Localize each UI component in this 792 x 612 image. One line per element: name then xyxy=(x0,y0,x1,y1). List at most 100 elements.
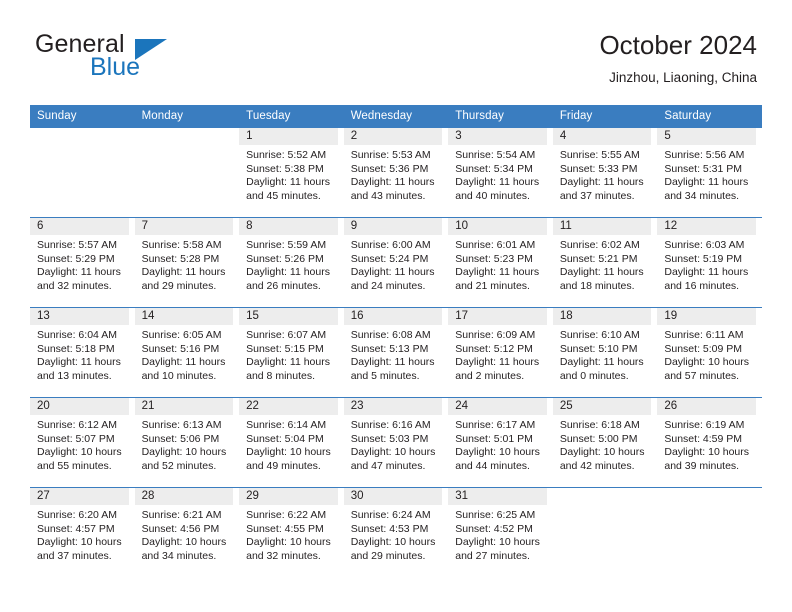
day-details: Sunrise: 5:56 AM Sunset: 5:31 PM Daylight:… xyxy=(657,145,762,203)
calendar-day-cell[interactable]: 10 Sunrise: 6:01 AM Sunset: 5:23 PM Dayligh… xyxy=(448,217,553,308)
day-number: 3 xyxy=(448,128,547,145)
day-detail-sunrise: Sunrise: 6:16 AM xyxy=(350,419,431,431)
day-details: Sunrise: 6:17 AM Sunset: 5:01 PM Daylight:… xyxy=(448,415,553,473)
day-detail-sunset: Sunset: 5:13 PM xyxy=(350,342,429,355)
calendar-day-cell[interactable]: 27 Sunrise: 6:20 AM Sunset: 4:57 PM Dayligh… xyxy=(30,487,135,577)
calendar-day-cell[interactable]: 7 Sunrise: 5:58 AM Sunset: 5:28 PM Daylight… xyxy=(134,217,240,308)
day-detail-daylight1: Daylight: 10 hours xyxy=(350,536,436,549)
calendar-week-row: 1 Sunrise: 5:52 AM Sunset: 5:38 PM Daylight… xyxy=(30,128,762,218)
calendar-day-cell[interactable]: 14 Sunrise: 6:05 AM Sunset: 5:16 PM Dayligh… xyxy=(134,307,240,398)
day-detail-sunrise: Sunrise: 6:01 AM xyxy=(455,239,536,251)
calendar-week-row: 27 Sunrise: 6:20 AM Sunset: 4:57 PM Dayligh… xyxy=(30,487,762,577)
page-header: General Blue October 2024 Jinzhou, Liaon… xyxy=(35,28,757,98)
day-details: Sunrise: 6:08 AM Sunset: 5:13 PM Daylight:… xyxy=(344,325,449,383)
calendar-day-cell[interactable]: 8 Sunrise: 5:59 AM Sunset: 5:26 PM Daylight… xyxy=(239,217,344,308)
calendar-day-cell[interactable]: 12 Sunrise: 6:03 AM Sunset: 5:19 PM Dayligh… xyxy=(657,217,762,308)
day-number: 27 xyxy=(30,488,129,505)
day-cell-inner: 4 Sunrise: 5:55 AM Sunset: 5:33 PM Daylight… xyxy=(552,128,658,217)
day-detail-sunrise: Sunrise: 6:07 AM xyxy=(246,329,327,341)
day-detail-sunrise: Sunrise: 6:17 AM xyxy=(455,419,536,431)
day-cell-inner: 1 Sunrise: 5:52 AM Sunset: 5:38 PM Daylight… xyxy=(239,128,344,217)
day-details: Sunrise: 5:58 AM Sunset: 5:28 PM Daylight:… xyxy=(135,235,240,293)
general-blue-logo[interactable]: General Blue xyxy=(35,30,235,86)
day-details: Sunrise: 5:54 AM Sunset: 5:34 PM Daylight:… xyxy=(448,145,553,203)
calendar-day-cell[interactable]: 24 Sunrise: 6:17 AM Sunset: 5:01 PM Dayligh… xyxy=(448,397,553,488)
day-detail-sunrise: Sunrise: 6:24 AM xyxy=(350,509,431,521)
calendar-day-cell[interactable]: 15 Sunrise: 6:07 AM Sunset: 5:15 PM Dayligh… xyxy=(239,307,344,398)
day-detail-daylight1: Daylight: 11 hours xyxy=(246,356,330,369)
day-detail-daylight2: and 29 minutes. xyxy=(350,549,426,562)
day-details: Sunrise: 6:22 AM Sunset: 4:55 PM Daylight:… xyxy=(239,505,344,563)
weekday-header-wednesday: Wednesday xyxy=(343,105,449,128)
day-detail-daylight1: Daylight: 10 hours xyxy=(350,446,436,459)
day-detail-sunrise: Sunrise: 5:59 AM xyxy=(246,239,327,251)
day-details: Sunrise: 6:10 AM Sunset: 5:10 PM Daylight:… xyxy=(553,325,658,383)
calendar-day-cell[interactable]: 26 Sunrise: 6:19 AM Sunset: 4:59 PM Dayligh… xyxy=(657,397,762,488)
day-details: Sunrise: 6:13 AM Sunset: 5:06 PM Daylight:… xyxy=(135,415,240,473)
day-number: 4 xyxy=(552,128,652,145)
day-detail-sunrise: Sunrise: 5:54 AM xyxy=(455,149,536,161)
calendar-day-cell[interactable]: 17 Sunrise: 6:09 AM Sunset: 5:12 PM Dayligh… xyxy=(448,307,553,398)
calendar-day-cell[interactable]: 6 Sunrise: 5:57 AM Sunset: 5:29 PM Daylight… xyxy=(30,217,135,308)
calendar-day-cell[interactable]: 11 Sunrise: 6:02 AM Sunset: 5:21 PM Dayligh… xyxy=(552,217,658,308)
day-cell-inner: 25 Sunrise: 6:18 AM Sunset: 5:00 PM Dayligh… xyxy=(552,398,658,487)
day-details: Sunrise: 6:07 AM Sunset: 5:15 PM Daylight:… xyxy=(239,325,344,383)
calendar-day-cell[interactable]: 25 Sunrise: 6:18 AM Sunset: 5:00 PM Dayligh… xyxy=(552,397,658,488)
weekday-header-friday: Friday xyxy=(552,105,658,128)
day-detail-daylight1: Daylight: 11 hours xyxy=(455,176,540,189)
day-detail-sunset: Sunset: 5:00 PM xyxy=(559,432,638,445)
day-number: 5 xyxy=(657,128,756,145)
calendar-day-cell[interactable]: 29 Sunrise: 6:22 AM Sunset: 4:55 PM Dayligh… xyxy=(239,487,344,577)
calendar-day-cell[interactable]: 16 Sunrise: 6:08 AM Sunset: 5:13 PM Dayligh… xyxy=(343,307,449,398)
day-number: 16 xyxy=(343,308,443,325)
calendar-day-cell[interactable]: 30 Sunrise: 6:24 AM Sunset: 4:53 PM Dayligh… xyxy=(343,487,449,577)
calendar-day-cell[interactable]: 21 Sunrise: 6:13 AM Sunset: 5:06 PM Dayligh… xyxy=(134,397,240,488)
day-detail-daylight2: and 52 minutes. xyxy=(141,459,217,472)
day-cell-inner: 24 Sunrise: 6:17 AM Sunset: 5:01 PM Dayligh… xyxy=(448,398,553,487)
calendar-day-cell[interactable]: 2 Sunrise: 5:53 AM Sunset: 5:36 PM Daylight… xyxy=(343,128,449,218)
day-detail-daylight1: Daylight: 10 hours xyxy=(141,536,227,549)
day-detail-sunset: Sunset: 4:57 PM xyxy=(37,522,115,535)
calendar-day-cell[interactable]: 1 Sunrise: 5:52 AM Sunset: 5:38 PM Daylight… xyxy=(239,128,344,218)
day-detail-sunset: Sunset: 5:09 PM xyxy=(664,342,743,355)
day-detail-daylight1: Daylight: 11 hours xyxy=(664,176,749,189)
day-cell-inner: 15 Sunrise: 6:07 AM Sunset: 5:15 PM Dayligh… xyxy=(239,308,344,397)
calendar-day-cell[interactable]: 13 Sunrise: 6:04 AM Sunset: 5:18 PM Dayligh… xyxy=(30,307,135,398)
day-detail-sunrise: Sunrise: 6:02 AM xyxy=(559,239,640,251)
day-number: 10 xyxy=(448,218,547,235)
day-detail-sunrise: Sunrise: 6:10 AM xyxy=(559,329,640,341)
day-details: Sunrise: 6:19 AM Sunset: 4:59 PM Daylight:… xyxy=(657,415,762,473)
day-detail-sunset: Sunset: 5:18 PM xyxy=(37,342,115,355)
empty-cell-inner xyxy=(553,488,658,577)
day-number: 11 xyxy=(552,218,652,235)
calendar-day-cell[interactable]: 5 Sunrise: 5:56 AM Sunset: 5:31 PM Daylight… xyxy=(657,128,762,218)
calendar-day-cell[interactable]: 28 Sunrise: 6:21 AM Sunset: 4:56 PM Dayligh… xyxy=(134,487,240,577)
calendar-day-cell[interactable]: 9 Sunrise: 6:00 AM Sunset: 5:24 PM Daylight… xyxy=(343,217,449,308)
calendar-day-cell[interactable]: 20 Sunrise: 6:12 AM Sunset: 5:07 PM Dayligh… xyxy=(30,397,135,488)
calendar-cell-empty xyxy=(30,128,135,218)
calendar-day-cell[interactable]: 22 Sunrise: 6:14 AM Sunset: 5:04 PM Dayligh… xyxy=(239,397,344,488)
day-details: Sunrise: 6:03 AM Sunset: 5:19 PM Daylight:… xyxy=(657,235,762,293)
day-cell-inner: 8 Sunrise: 5:59 AM Sunset: 5:26 PM Daylight… xyxy=(239,218,344,307)
day-detail-sunset: Sunset: 5:10 PM xyxy=(559,342,638,355)
calendar-day-cell[interactable]: 19 Sunrise: 6:11 AM Sunset: 5:09 PM Dayligh… xyxy=(657,307,762,398)
day-detail-daylight1: Daylight: 10 hours xyxy=(664,356,750,369)
calendar-cell-empty xyxy=(657,487,762,577)
day-cell-inner: 16 Sunrise: 6:08 AM Sunset: 5:13 PM Dayligh… xyxy=(343,308,449,397)
day-detail-sunset: Sunset: 5:28 PM xyxy=(141,252,220,265)
day-number: 22 xyxy=(239,398,338,415)
empty-cell-inner xyxy=(30,128,135,217)
calendar-day-cell[interactable]: 4 Sunrise: 5:55 AM Sunset: 5:33 PM Daylight… xyxy=(552,128,658,218)
day-number: 1 xyxy=(239,128,338,145)
calendar-day-cell[interactable]: 23 Sunrise: 6:16 AM Sunset: 5:03 PM Dayligh… xyxy=(343,397,449,488)
day-detail-sunset: Sunset: 4:55 PM xyxy=(246,522,324,535)
calendar-day-cell[interactable]: 18 Sunrise: 6:10 AM Sunset: 5:10 PM Dayligh… xyxy=(552,307,658,398)
calendar-day-cell[interactable]: 31 Sunrise: 6:25 AM Sunset: 4:52 PM Dayligh… xyxy=(448,487,553,577)
day-cell-inner: 14 Sunrise: 6:05 AM Sunset: 5:16 PM Dayligh… xyxy=(134,308,240,397)
day-details: Sunrise: 6:05 AM Sunset: 5:16 PM Daylight:… xyxy=(135,325,240,383)
calendar-day-cell[interactable]: 3 Sunrise: 5:54 AM Sunset: 5:34 PM Daylight… xyxy=(448,128,553,218)
day-number: 6 xyxy=(30,218,129,235)
day-cell-inner: 21 Sunrise: 6:13 AM Sunset: 5:06 PM Dayligh… xyxy=(134,398,240,487)
day-detail-daylight2: and 42 minutes. xyxy=(559,459,635,472)
day-detail-daylight2: and 34 minutes. xyxy=(141,549,217,562)
